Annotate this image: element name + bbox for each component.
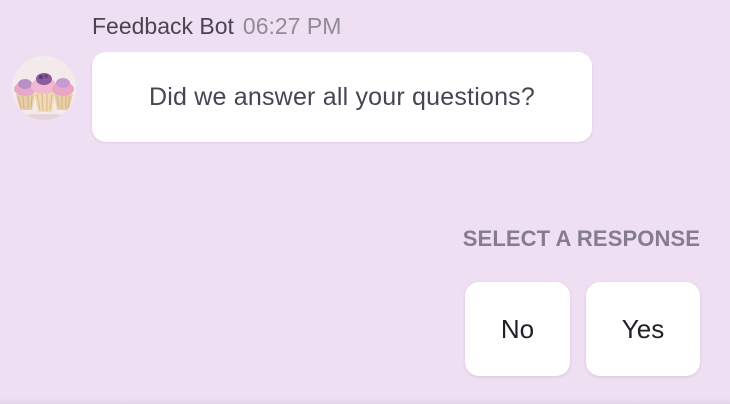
sender-name: Feedback Bot bbox=[92, 12, 234, 39]
message-header: Feedback Bot 06:27 PM bbox=[92, 12, 341, 40]
cupcakes-avatar-icon bbox=[12, 56, 76, 120]
response-no-button[interactable]: No bbox=[465, 282, 570, 376]
message-timestamp: 06:27 PM bbox=[242, 12, 342, 39]
avatar bbox=[12, 56, 76, 120]
select-response-label: SELECT A RESPONSE bbox=[462, 226, 700, 251]
bottom-edge-shade bbox=[0, 398, 730, 404]
response-yes-button[interactable]: Yes bbox=[586, 282, 700, 376]
message-bubble: Did we answer all your questions? bbox=[92, 52, 592, 142]
message-text: Did we answer all your questions? bbox=[149, 82, 535, 111]
